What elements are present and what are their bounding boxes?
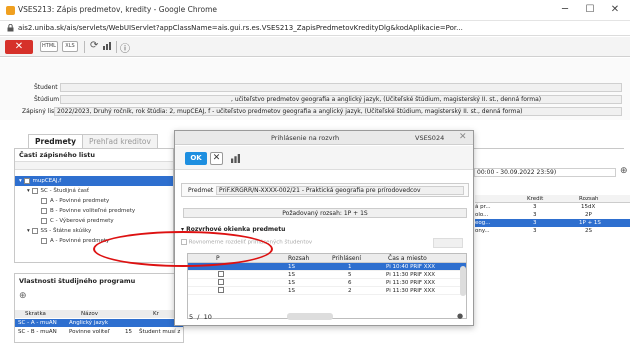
table-row[interactable]: 1S 5 Pi 11:30 PRIF XXX [188,271,466,279]
table-row[interactable]: 1S 2 Pi 11:30 PRIF XXX [188,287,466,295]
dialog-title: Prihlásenie na rozvrh [271,134,340,142]
close-app-button[interactable]: ✕ [5,40,33,54]
folder-icon [31,187,38,194]
document-icon [41,197,47,204]
tree-item-sc-c[interactable]: C - Výberové predmety [15,216,173,226]
dialog-code: VSES024 [415,134,445,142]
cancel-button[interactable]: ✕ [210,152,223,165]
folder-icon [23,177,30,184]
student-label: Študent [34,84,58,91]
maximize-icon[interactable]: ☐ [579,3,601,17]
dialog-header: Prihlásenie na rozvrh VSES024 ✕ [175,131,473,145]
subjects-table: Kredit Rozsah á pr... 3 15dX olo... 3 2P eog… [475,195,630,255]
info-icon[interactable]: ⓘ [120,40,130,55]
col-prihlaseni: Prihlásení [332,255,362,262]
html-export-button[interactable]: HTML [40,41,58,52]
document-icon [41,207,47,214]
table-row[interactable]: á pr... 3 15dX [475,203,630,211]
col-rozsah: Rozsah [288,255,310,262]
student-info-panel: Študent Štúdium , učiteľstvo predmetov g… [0,58,630,120]
tree-item-ss[interactable]: ▾ SS - Štátne skúšky [15,226,173,236]
row-checkbox[interactable] [218,287,224,293]
close-window-icon[interactable]: ✕ [604,3,626,17]
studium-field: , učiteľstvo predmetov geografia a angli… [60,95,622,104]
zoom-icon[interactable]: ⊕ [620,166,628,176]
table-row-selected[interactable]: SC - A - muAN Anglický jazyk [15,319,183,327]
tab-prehlad-kreditov[interactable]: Prehľad kreditov [82,134,158,148]
disabled-field [433,238,463,248]
chart-icon[interactable] [231,154,240,163]
distribute-checkbox[interactable]: Rovnomerne rozdeliť prihlásených študent… [181,239,312,246]
address-bar[interactable]: ais2.uniba.sk/ais/servlets/WebUIServlet?… [0,21,630,36]
program-properties-panel: Vlastnosti študijného programu ⊕ Skratka… [14,273,184,343]
period-field: 00:00 - 30.09.2022 23:59) [474,168,616,177]
ok-button[interactable]: OK [185,152,207,165]
toolbar-divider [116,41,117,53]
schedule-grid-header: P Rozsah Prihlásení Čas a miesto [188,254,466,263]
required-range: Požadovaný rozsah: 1P + 1S [183,208,467,218]
pager[interactable]: 5 / 10 [189,313,212,321]
predmet-field: PriF.KRGRR/N-XXXX-002/21 - Praktická geo… [216,186,464,195]
table-row-selected[interactable]: 1S 1 Pi 10:40 PRIF XXX [188,263,466,271]
browser-titlebar: VSES213: Zápis predmetov, kredity - Goog… [0,0,630,21]
zoom-icon[interactable]: ⊕ [19,291,27,301]
window-title: VSES213: Zápis predmetov, kredity - Goog… [18,5,218,14]
tree-item-sc[interactable]: ▾ SC - Študijná časť [15,186,173,196]
predmet-row: Predmet PriF.KRGRR/N-XXXX-002/21 - Prakt… [181,183,469,197]
document-icon [41,217,47,224]
dialog-close-icon[interactable]: ✕ [459,132,467,142]
zapisny-list-field: 2022/2023, Druhý ročník, rok štúdia: 2, … [54,107,622,116]
table-row[interactable]: 1S 6 Pi 11:30 PRIF XXX [188,279,466,287]
predmet-label: Predmet [188,187,214,194]
tab-predmety[interactable]: Predmety [28,134,84,148]
col-cas-miesto: Čas a miesto [388,255,427,262]
row-checkbox[interactable] [218,271,224,277]
tree-item-ss-a[interactable]: A - Povinné predmety [15,236,173,246]
tree-panel: Časti zápisného listu ▾ mupCEAJ,f ▾ SC -… [14,148,174,263]
chart-icon[interactable] [103,42,111,50]
program-properties-header: Vlastnosti študijného programu [19,277,136,285]
document-icon [41,237,47,244]
tree-item-sc-b[interactable]: B - Povinne voliteľné predmety [15,206,173,216]
table-row[interactable]: olo... 3 2P [475,211,630,219]
col-p: P [216,255,220,262]
checkbox[interactable] [181,239,187,245]
zapisny-list-label: Zápisný list [22,108,57,115]
folder-icon [31,227,38,234]
table-row-selected[interactable]: eog... 3 1P + 1S [475,219,630,227]
tree-header: Časti zápisného listu [19,151,95,159]
app-favicon-icon [6,6,15,15]
xls-export-button[interactable]: XLS [62,41,78,52]
scrollbar[interactable] [460,266,466,296]
toolbar-divider [84,41,85,53]
section-header: ▾ Rozvrhové okienka predmetu [181,226,286,233]
tree-toolbar [15,161,173,170]
settings-icon[interactable]: ● [457,312,463,320]
schedule-signup-dialog: Prihlásenie na rozvrh VSES024 ✕ OK ✕ Pre… [174,130,474,326]
tree-item-sc-a[interactable]: A - Povinné predmety [15,196,173,206]
col-rozsah: Rozsah [579,196,599,202]
row-checkbox[interactable] [218,279,224,285]
refresh-icon[interactable]: ⟳ [90,40,98,51]
url-text[interactable]: ais2.uniba.sk/ais/servlets/WebUIServlet?… [18,24,463,32]
app-toolbar: ✕ HTML XLS ⟳ ⓘ [0,37,630,57]
student-field [60,83,622,92]
table-row[interactable]: SC - B - muAN Povinne voliteľ 15 Študent… [15,328,183,336]
studium-label: Štúdium [34,96,60,103]
minimize-icon[interactable]: ─ [554,3,576,17]
table-row[interactable]: ony... 3 2S [475,227,630,235]
col-kredit: Kredit [527,196,544,202]
horizontal-scrollbar[interactable] [287,313,333,320]
subjects-table-header: Kredit Rozsah [475,195,630,203]
program-table-header: Skratka Názov Kr [15,310,183,318]
schedule-grid: P Rozsah Prihlásení Čas a miesto 1S 1 Pi… [187,253,467,319]
tree-item-root[interactable]: ▾ mupCEAJ,f [15,176,173,186]
lock-icon [7,24,14,32]
